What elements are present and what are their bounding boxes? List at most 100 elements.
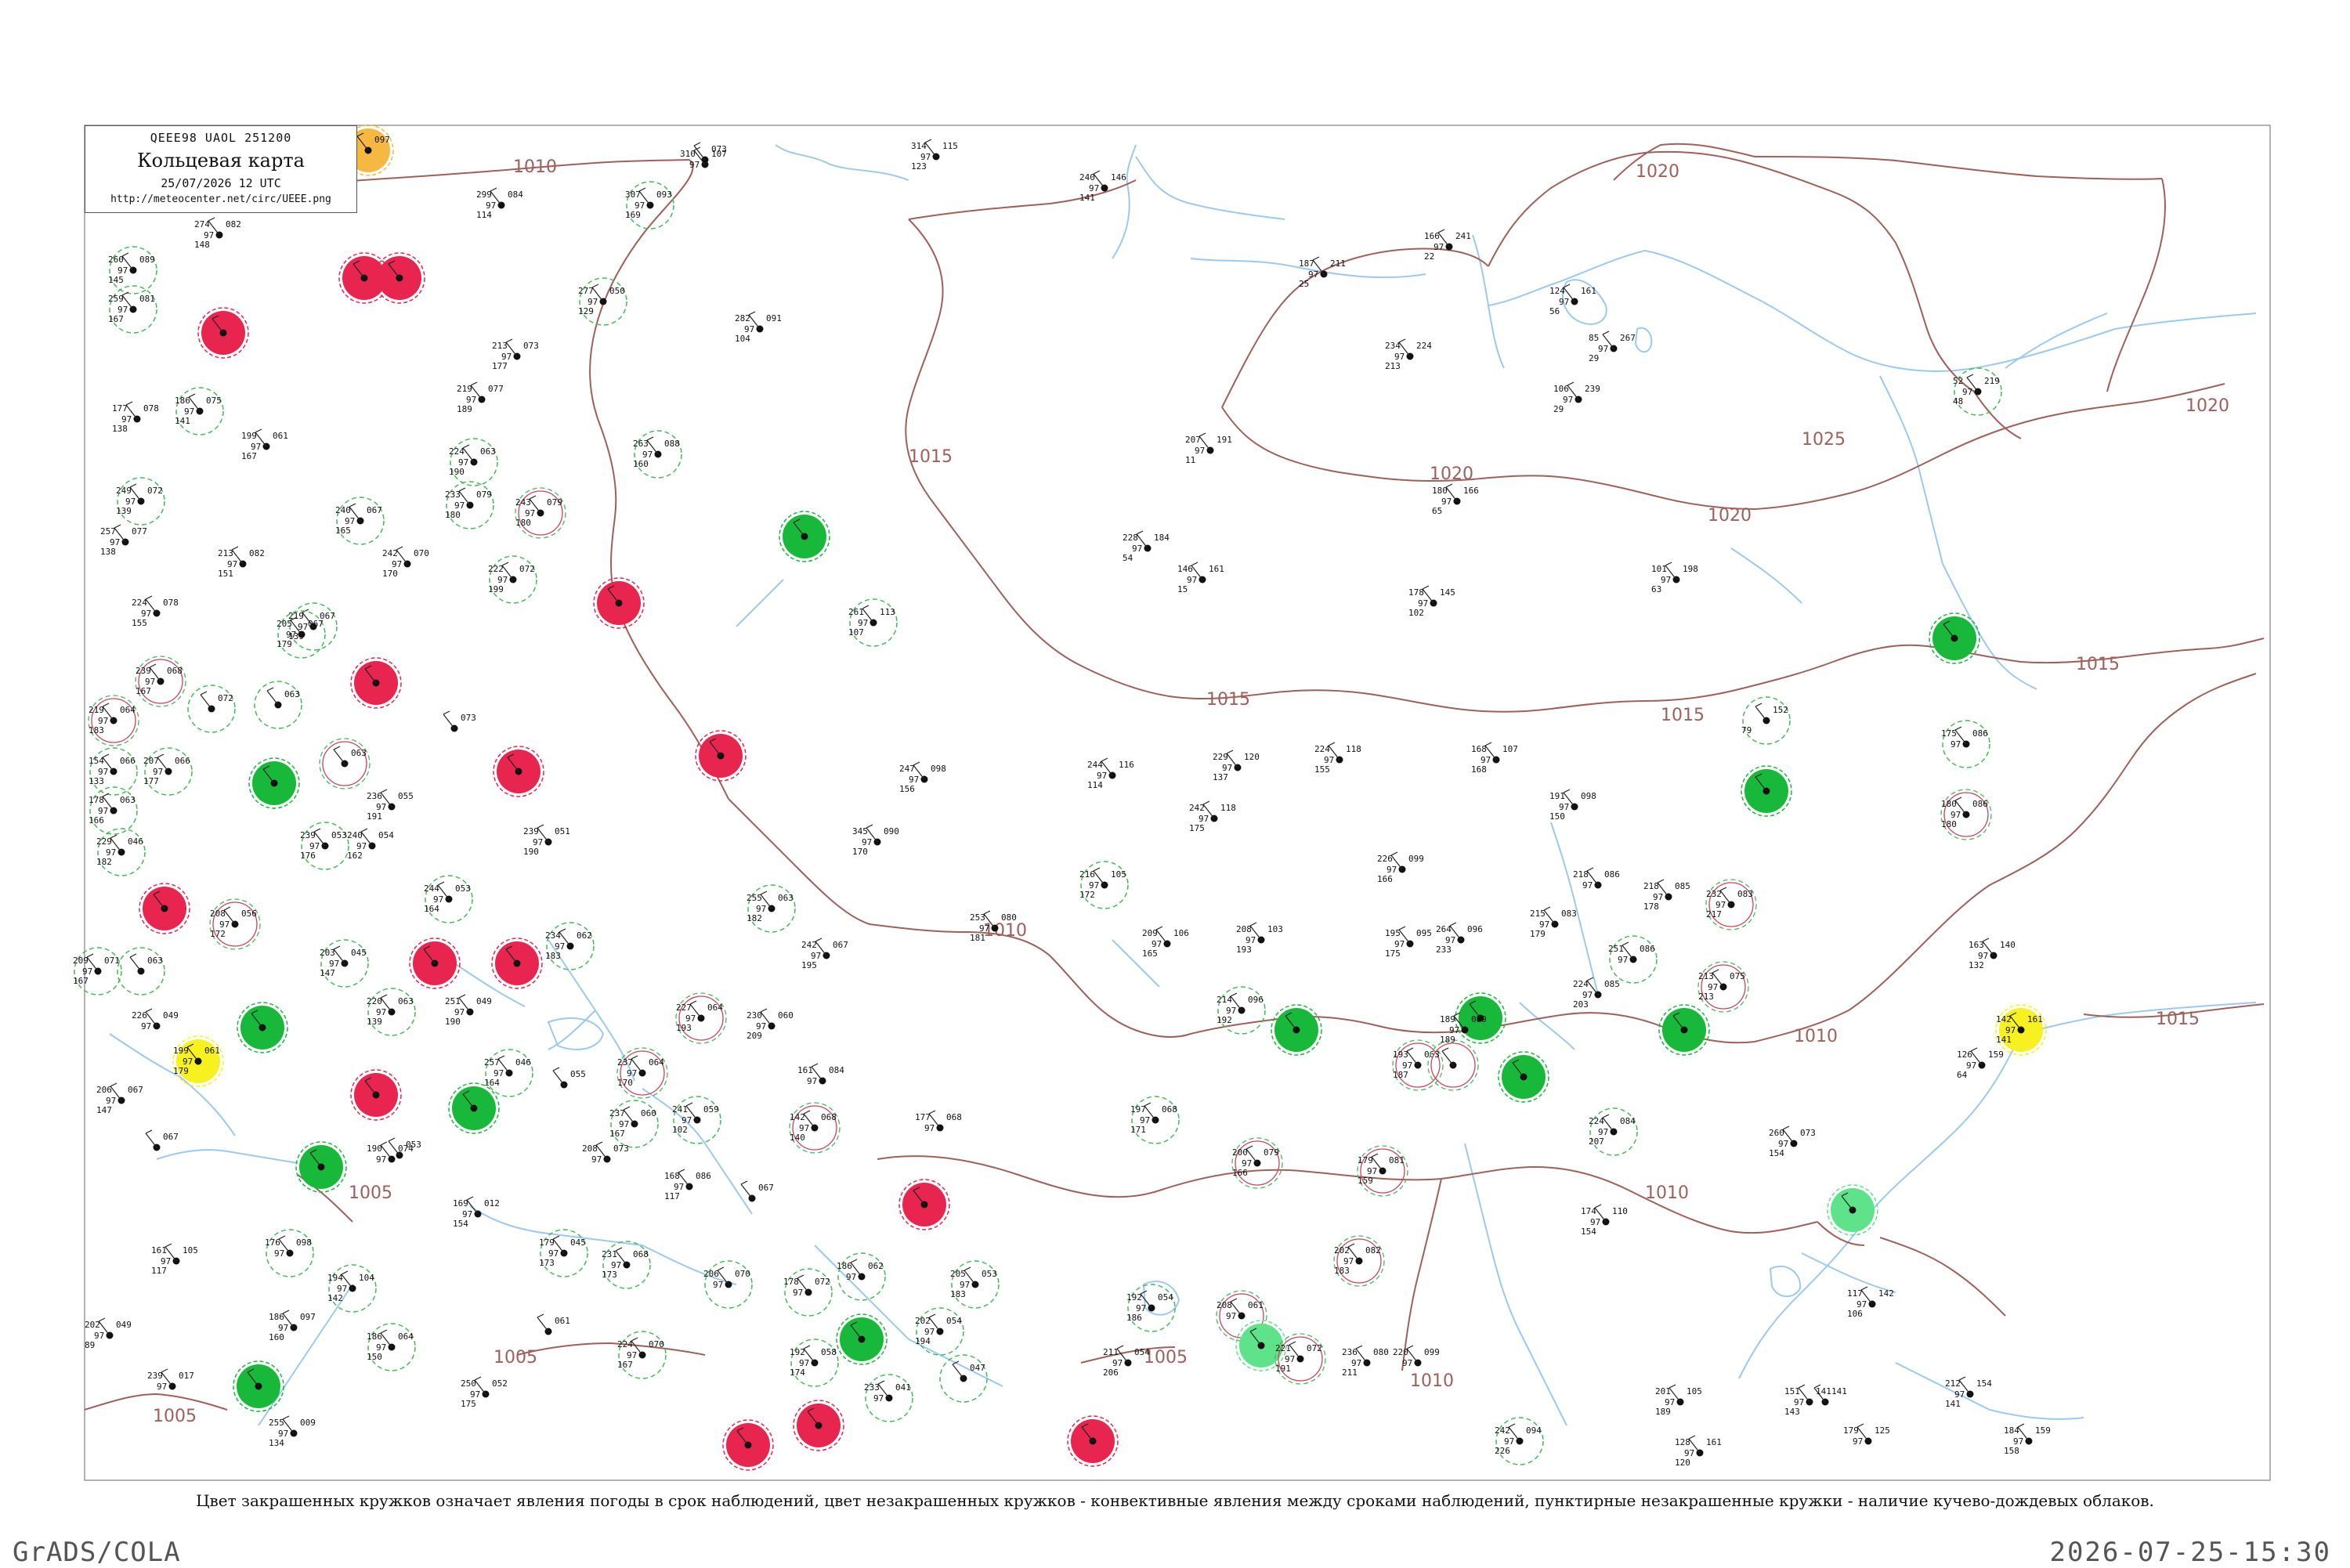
station-visibility: 97	[118, 305, 128, 315]
isobar-label: 1015	[1661, 706, 1705, 725]
station-visibility: 97	[1962, 387, 1972, 397]
station-pressure: 072	[1307, 1343, 1322, 1353]
station-temperature: 242	[1189, 803, 1205, 813]
station-pressure: 093	[656, 190, 672, 200]
isobar-label: 1010	[983, 921, 1027, 941]
station-pressure: 146	[1111, 172, 1126, 182]
station-pressure: 041	[895, 1382, 911, 1393]
station-temperature: 128	[1675, 1437, 1690, 1447]
station-dewpoint: 137	[1213, 772, 1228, 782]
station-temperature: 142	[790, 1112, 805, 1122]
station-dewpoint: 217	[1706, 909, 1722, 919]
station-visibility: 97	[1394, 352, 1405, 362]
station-visibility: 97	[619, 1119, 629, 1129]
station-pressure: 055	[570, 1069, 586, 1079]
station-dewpoint: 173	[539, 1258, 555, 1268]
station-visibility: 97	[1559, 802, 1569, 812]
station-pressure: 166	[1463, 486, 1479, 496]
station-temperature: 186	[175, 396, 190, 406]
station-visibility: 97	[1441, 497, 1452, 507]
station-pressure: 161	[2027, 1014, 2043, 1024]
station-temperature: 227	[676, 1003, 692, 1013]
station-pressure: 094	[1526, 1425, 1542, 1436]
station-dewpoint: 180	[445, 510, 461, 520]
isobar-label: 1020	[1708, 506, 1752, 526]
station-visibility: 97	[846, 1272, 856, 1282]
station-dewpoint: 195	[801, 960, 817, 970]
station-dewpoint: 54	[1123, 553, 1133, 563]
station-temperature: 142	[1996, 1014, 2012, 1024]
station-temperature: 146	[1177, 564, 1193, 574]
station-dewpoint: 191	[1275, 1364, 1291, 1374]
station-dewpoint: 132	[1969, 960, 1984, 970]
station-dewpoint: 209	[747, 1031, 762, 1041]
station-visibility: 97	[98, 767, 108, 777]
map-url: http://meteocenter.net/circ/UEEE.png	[110, 193, 331, 205]
station-dewpoint: 191	[367, 811, 382, 822]
station-temperature: 203	[320, 948, 335, 958]
station-pressure: 046	[515, 1057, 531, 1068]
station-temperature: 206	[96, 1085, 112, 1095]
station-pressure: 009	[300, 1418, 316, 1428]
station-temperature: 244	[424, 883, 439, 894]
station-pressure: 063	[398, 996, 414, 1006]
station-dewpoint: 167	[609, 1129, 625, 1139]
station-pressure: 107	[1502, 744, 1518, 754]
station-dewpoint: 189	[1655, 1407, 1671, 1417]
isobar-label: 1005	[349, 1183, 392, 1203]
station-dewpoint: 65	[1432, 506, 1442, 516]
station-temperature: 282	[735, 313, 750, 323]
station-dewpoint: 155	[132, 618, 147, 628]
isobar-label: 1015	[2156, 1010, 2200, 1029]
station-temperature: 243	[515, 497, 531, 508]
station-dewpoint: 170	[852, 847, 868, 857]
station-visibility: 97	[494, 1068, 504, 1078]
station-dewpoint: 233	[1436, 945, 1452, 955]
station-temperature: 211	[1103, 1347, 1119, 1357]
isobar-label: 1020	[1636, 162, 1679, 182]
station-visibility: 97	[278, 1323, 288, 1333]
station-visibility: 97	[1856, 1299, 1867, 1310]
station-temperature: 218	[1573, 869, 1589, 880]
station-temperature: 195	[1385, 928, 1401, 938]
station-visibility: 97	[960, 1280, 970, 1290]
station-pressure: 070	[649, 1339, 664, 1349]
station-pressure: 059	[703, 1104, 719, 1115]
station-temperature: 239	[147, 1371, 163, 1381]
station-pressure: 067	[163, 1132, 179, 1142]
station-temperature: 190	[367, 1143, 382, 1154]
station-pressure: 099	[1408, 854, 1424, 864]
station-dewpoint: 123	[911, 161, 927, 172]
station-dewpoint: 203	[1573, 999, 1589, 1010]
station-visibility: 97	[689, 160, 700, 170]
station-temperature: 117	[1847, 1288, 1863, 1299]
station-pressure: 086	[1972, 799, 1988, 809]
station-visibility: 97	[1954, 1389, 1965, 1400]
station-dewpoint: 166	[89, 815, 104, 826]
station-dewpoint: 117	[664, 1191, 680, 1201]
station-visibility: 97	[98, 806, 108, 816]
station-temperature: 212	[1945, 1378, 1961, 1389]
station-pressure: 082	[226, 219, 241, 229]
station-dewpoint: 181	[970, 933, 985, 943]
station-visibility: 97	[1598, 1127, 1608, 1137]
station-dewpoint: 206	[1103, 1367, 1119, 1378]
station-pressure: 060	[778, 1010, 794, 1021]
station-pressure: 267	[1620, 333, 1636, 343]
station-dewpoint: 138	[100, 547, 116, 557]
station-temperature: 255	[747, 893, 762, 903]
station-dewpoint: 177	[143, 776, 159, 786]
station-visibility: 97	[110, 537, 120, 547]
station-pressure: 063	[120, 795, 136, 805]
station-dewpoint: 175	[1189, 823, 1205, 833]
station-pressure: 067	[308, 619, 324, 629]
station-dewpoint: 179	[1530, 929, 1546, 939]
station-temperature: 208	[1236, 924, 1252, 934]
station-visibility: 97	[227, 559, 237, 569]
station-pressure: 191	[1217, 435, 1232, 445]
station-pressure: 098	[931, 764, 946, 774]
station-temperature: 175	[1941, 728, 1957, 739]
station-dewpoint: 189	[457, 404, 472, 414]
station-visibility: 97	[756, 1021, 766, 1031]
station-temperature: 180	[1432, 486, 1448, 496]
